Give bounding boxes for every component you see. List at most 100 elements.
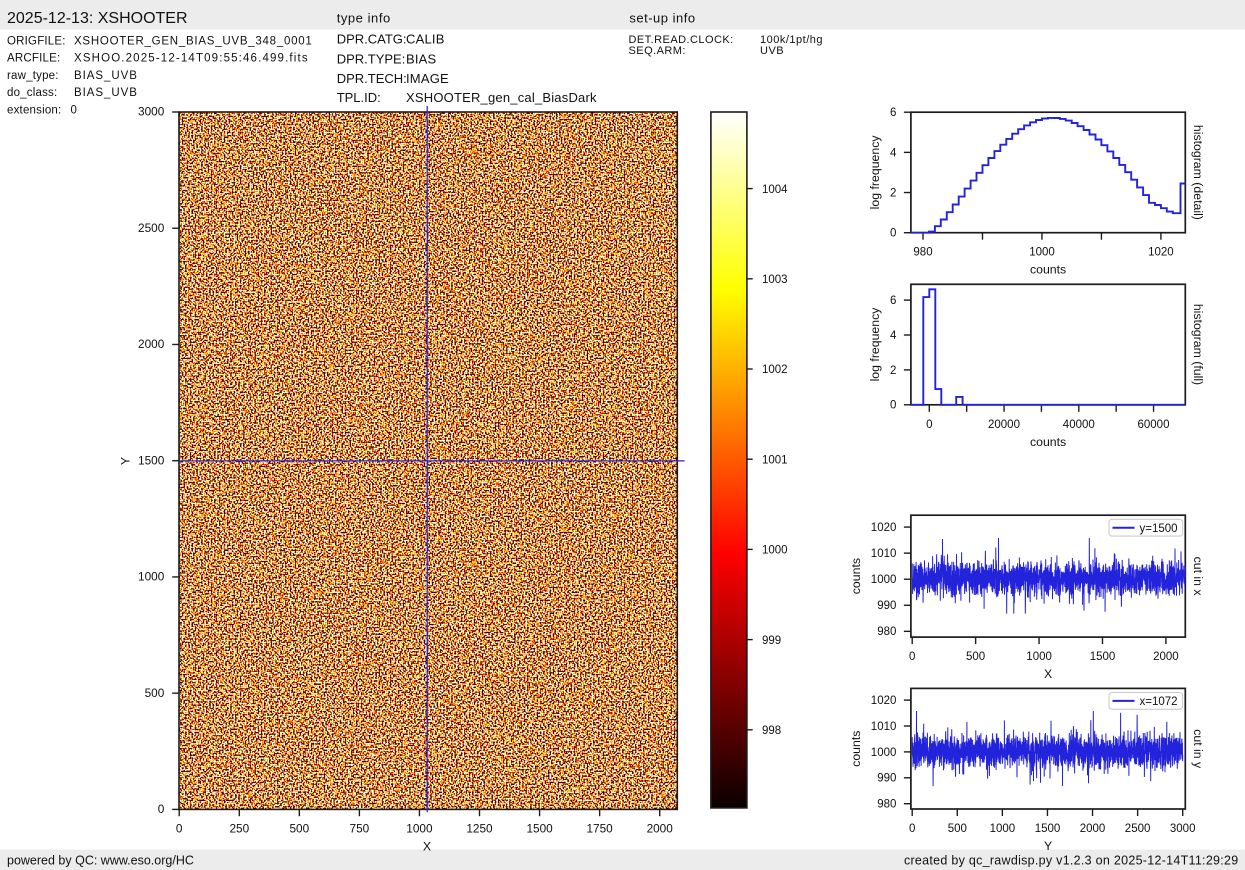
svg-text:0: 0: [926, 419, 932, 431]
svg-text:cut in x: cut in x: [1191, 557, 1205, 597]
svg-text:histogram (full): histogram (full): [1191, 304, 1205, 385]
svg-text:1250: 1250: [466, 821, 493, 835]
svg-text:CALIB: CALIB: [406, 32, 445, 47]
svg-text:998: 998: [762, 725, 781, 737]
svg-text:1010: 1010: [871, 721, 897, 733]
svg-text:2: 2: [890, 187, 896, 199]
svg-text:0: 0: [890, 228, 896, 240]
svg-text:2000: 2000: [138, 337, 165, 351]
svg-text:y=1500: y=1500: [1140, 523, 1178, 535]
svg-text:XSHOOTER_GEN_BIAS_UVB_348_0001: XSHOOTER_GEN_BIAS_UVB_348_0001: [74, 35, 313, 47]
svg-text:Y: Y: [1044, 839, 1052, 853]
svg-text:1002: 1002: [762, 364, 788, 376]
svg-text:40000: 40000: [1063, 419, 1095, 431]
svg-text:500: 500: [145, 686, 165, 700]
svg-text:1500: 1500: [1035, 823, 1061, 835]
svg-text:750: 750: [350, 821, 370, 835]
svg-text:ARCFILE:: ARCFILE:: [7, 53, 60, 65]
svg-text:0: 0: [158, 802, 165, 816]
svg-text:created by qc_rawdisp.py v1.2.: created by qc_rawdisp.py v1.2.3 on 2025-…: [904, 854, 1239, 868]
svg-text:0: 0: [71, 105, 77, 117]
svg-text:980: 980: [913, 247, 932, 259]
svg-text:980: 980: [877, 626, 896, 638]
svg-text:1010: 1010: [871, 548, 897, 560]
svg-text:IMAGE: IMAGE: [406, 71, 449, 86]
svg-text:100k/1pt/hg: 100k/1pt/hg: [760, 34, 823, 46]
svg-text:counts: counts: [1030, 435, 1066, 449]
svg-text:3000: 3000: [138, 105, 165, 119]
svg-text:1004: 1004: [762, 184, 788, 196]
svg-text:1500: 1500: [526, 821, 553, 835]
svg-text:BIAS: BIAS: [406, 51, 437, 66]
svg-text:1000: 1000: [406, 821, 433, 835]
svg-text:1000: 1000: [762, 545, 788, 557]
svg-text:TPL.ID:: TPL.ID:: [337, 90, 381, 105]
svg-text:0: 0: [909, 651, 915, 663]
svg-text:powered by QC: www.eso.org/HC: powered by QC: www.eso.org/HC: [7, 854, 194, 868]
svg-text:2500: 2500: [1125, 823, 1151, 835]
svg-text:1020: 1020: [1148, 247, 1174, 259]
svg-text:BIAS_UVB: BIAS_UVB: [74, 87, 138, 99]
svg-text:1000: 1000: [990, 823, 1016, 835]
svg-text:1750: 1750: [586, 821, 613, 835]
svg-text:990: 990: [877, 600, 896, 612]
svg-text:20000: 20000: [988, 419, 1020, 431]
svg-text:1000: 1000: [871, 574, 897, 586]
svg-text:0: 0: [176, 821, 183, 835]
svg-text:BIAS_UVB: BIAS_UVB: [74, 70, 138, 82]
svg-text:6: 6: [890, 107, 896, 119]
svg-text:999: 999: [762, 635, 781, 647]
svg-text:0: 0: [909, 823, 915, 835]
svg-text:500: 500: [289, 821, 309, 835]
svg-text:counts: counts: [1030, 263, 1066, 277]
svg-text:SEQ.ARM:: SEQ.ARM:: [629, 45, 686, 57]
svg-text:2000: 2000: [1080, 823, 1106, 835]
svg-text:2: 2: [890, 365, 896, 377]
svg-text:log frequency: log frequency: [868, 135, 882, 210]
svg-text:DPR.CATG:: DPR.CATG:: [337, 32, 407, 47]
svg-text:980: 980: [877, 799, 896, 811]
svg-text:log frequency: log frequency: [868, 307, 882, 382]
svg-text:1000: 1000: [1029, 247, 1055, 259]
svg-text:4: 4: [890, 330, 897, 342]
svg-text:1000: 1000: [871, 747, 897, 759]
svg-text:DPR.TECH:: DPR.TECH:: [337, 71, 407, 86]
svg-text:counts: counts: [849, 731, 863, 767]
svg-text:500: 500: [948, 823, 967, 835]
svg-text:do_class:: do_class:: [7, 87, 57, 99]
svg-text:X: X: [423, 839, 431, 853]
svg-text:1500: 1500: [1090, 651, 1116, 663]
svg-text:500: 500: [966, 651, 985, 663]
svg-text:type info: type info: [337, 11, 391, 26]
svg-text:set-up info: set-up info: [629, 11, 695, 26]
svg-text:1020: 1020: [871, 522, 897, 534]
svg-text:250: 250: [229, 821, 249, 835]
svg-text:Y: Y: [118, 457, 132, 465]
svg-text:XSHOO.2025-12-14T09:55:46.499.: XSHOO.2025-12-14T09:55:46.499.fits: [74, 53, 309, 65]
svg-text:1000: 1000: [1026, 651, 1052, 663]
svg-text:2500: 2500: [138, 221, 165, 235]
svg-text:cut in y: cut in y: [1191, 729, 1205, 769]
svg-text:UVB: UVB: [760, 45, 784, 57]
svg-text:counts: counts: [849, 558, 863, 594]
svg-text:XSHOOTER_gen_cal_BiasDark: XSHOOTER_gen_cal_BiasDark: [406, 90, 597, 105]
svg-text:2025-12-13: XSHOOTER: 2025-12-13: XSHOOTER: [7, 10, 188, 27]
svg-text:1000: 1000: [138, 570, 165, 584]
svg-text:ORIGFILE:: ORIGFILE:: [7, 35, 66, 47]
svg-text:DPR.TYPE:: DPR.TYPE:: [337, 51, 406, 66]
svg-text:extension:: extension:: [7, 105, 61, 117]
svg-text:3000: 3000: [1170, 823, 1196, 835]
svg-text:1500: 1500: [138, 453, 165, 467]
svg-text:x=1072: x=1072: [1140, 696, 1178, 708]
svg-text:60000: 60000: [1138, 419, 1170, 431]
svg-text:1003: 1003: [762, 274, 788, 286]
svg-text:raw_type:: raw_type:: [7, 70, 59, 82]
svg-text:1020: 1020: [871, 695, 897, 707]
svg-text:6: 6: [890, 295, 896, 307]
svg-text:0: 0: [890, 400, 896, 412]
svg-text:DET.READ.CLOCK:: DET.READ.CLOCK:: [629, 34, 734, 46]
svg-text:histogram (detail): histogram (detail): [1191, 125, 1205, 220]
svg-text:1001: 1001: [762, 454, 788, 466]
svg-text:4: 4: [890, 147, 897, 159]
svg-text:2000: 2000: [1153, 651, 1179, 663]
